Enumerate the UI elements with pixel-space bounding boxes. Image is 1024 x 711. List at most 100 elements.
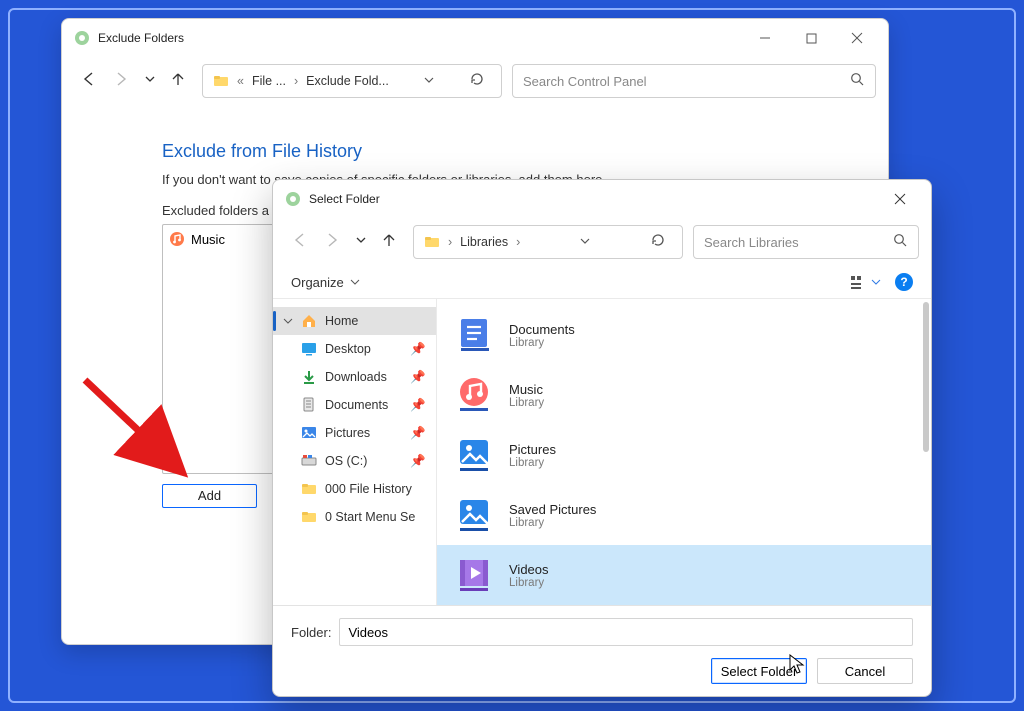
library-item-name: Music bbox=[509, 382, 544, 397]
library-item-type: Library bbox=[509, 577, 549, 589]
sidebar-item-pictures[interactable]: Pictures 📌 bbox=[273, 419, 436, 447]
library-item-videos[interactable]: VideosLibrary bbox=[437, 545, 931, 605]
maximize-button[interactable] bbox=[788, 23, 834, 53]
sidebar-item-label: Pictures bbox=[325, 426, 370, 440]
folder-label: Folder: bbox=[291, 625, 331, 640]
breadcrumb[interactable]: « File ... › Exclude Fold... bbox=[202, 64, 502, 98]
music-library-icon bbox=[455, 375, 495, 415]
chevron-right-icon: › bbox=[448, 235, 452, 249]
select-folder-button[interactable]: Select Folder bbox=[711, 658, 807, 684]
dialog-title: Select Folder bbox=[309, 192, 380, 206]
page-heading: Exclude from File History bbox=[162, 141, 864, 162]
sidebar-item-desktop[interactable]: Desktop 📌 bbox=[273, 335, 436, 363]
breadcrumb-dropdown-button[interactable] bbox=[579, 235, 591, 250]
pin-icon: 📌 bbox=[410, 454, 426, 469]
sidebar-item-label: Home bbox=[325, 314, 358, 328]
sidebar-item-os-c[interactable]: OS (C:) 📌 bbox=[273, 447, 436, 475]
nav-recent-button[interactable] bbox=[355, 233, 367, 251]
nav-back-button[interactable] bbox=[80, 70, 98, 93]
sidebar-item-label: Documents bbox=[325, 398, 388, 412]
library-item-type: Library bbox=[509, 397, 544, 409]
library-item-name: Videos bbox=[509, 562, 549, 577]
sidebar-item-label: 000 File History bbox=[325, 482, 412, 496]
breadcrumb-segment[interactable]: Libraries bbox=[460, 235, 508, 249]
dialog-nav-bar: › Libraries › Search Libraries bbox=[273, 218, 931, 266]
control-panel-icon bbox=[74, 30, 90, 46]
search-placeholder: Search Control Panel bbox=[523, 74, 647, 89]
pictures-icon bbox=[301, 425, 317, 441]
nav-forward-button[interactable] bbox=[323, 231, 341, 254]
chevron-down-icon bbox=[283, 316, 293, 326]
sidebar-item-documents[interactable]: Documents 📌 bbox=[273, 391, 436, 419]
pin-icon: 📌 bbox=[410, 426, 426, 441]
nav-back-button[interactable] bbox=[291, 231, 309, 254]
search-box[interactable]: Search Control Panel bbox=[512, 64, 876, 98]
refresh-button[interactable] bbox=[469, 71, 489, 91]
chevron-left-icon: « bbox=[237, 74, 244, 88]
folder-icon bbox=[301, 509, 317, 525]
pin-icon: 📌 bbox=[410, 370, 426, 385]
folder-list: DocumentsLibrary MusicLibrary PicturesLi… bbox=[437, 299, 931, 605]
sidebar-item-label: OS (C:) bbox=[325, 454, 367, 468]
search-placeholder: Search Libraries bbox=[704, 235, 799, 250]
refresh-button[interactable] bbox=[650, 232, 670, 252]
library-item-type: Library bbox=[509, 337, 575, 349]
desktop-icon bbox=[301, 341, 317, 357]
add-button[interactable]: Add bbox=[162, 484, 257, 508]
sidebar-item-label: Downloads bbox=[325, 370, 387, 384]
library-item-type: Library bbox=[509, 517, 596, 529]
search-box[interactable]: Search Libraries bbox=[693, 225, 919, 259]
window-title: Exclude Folders bbox=[98, 31, 184, 45]
folder-icon bbox=[301, 481, 317, 497]
dialog-close-button[interactable] bbox=[877, 184, 923, 214]
nav-up-button[interactable] bbox=[170, 71, 186, 92]
list-item-label: Music bbox=[191, 232, 225, 247]
folder-icon bbox=[424, 234, 440, 250]
chevron-right-icon: › bbox=[516, 235, 520, 249]
control-panel-icon bbox=[285, 191, 301, 207]
organize-menu[interactable]: Organize bbox=[291, 275, 360, 290]
nav-recent-button[interactable] bbox=[144, 72, 156, 90]
sidebar: Home Desktop 📌 Downloads 📌 Documents 📌 P… bbox=[273, 299, 437, 605]
close-button[interactable] bbox=[834, 23, 880, 53]
sidebar-item-downloads[interactable]: Downloads 📌 bbox=[273, 363, 436, 391]
search-icon bbox=[850, 72, 865, 90]
downloads-icon bbox=[301, 369, 317, 385]
library-item-name: Pictures bbox=[509, 442, 556, 457]
cancel-button[interactable]: Cancel bbox=[817, 658, 913, 684]
library-item-music[interactable]: MusicLibrary bbox=[437, 365, 931, 425]
documents-library-icon bbox=[455, 315, 495, 355]
breadcrumb[interactable]: › Libraries › bbox=[413, 225, 683, 259]
scrollbar[interactable] bbox=[923, 302, 929, 452]
library-item-documents[interactable]: DocumentsLibrary bbox=[437, 305, 931, 365]
breadcrumb-segment[interactable]: Exclude Fold... bbox=[306, 74, 389, 88]
organize-label: Organize bbox=[291, 275, 344, 290]
minimize-button[interactable] bbox=[742, 23, 788, 53]
sidebar-item-label: Desktop bbox=[325, 342, 371, 356]
sidebar-item-home[interactable]: Home bbox=[273, 307, 436, 335]
breadcrumb-dropdown-button[interactable] bbox=[423, 74, 435, 89]
sidebar-item-folder[interactable]: 0 Start Menu Se bbox=[273, 503, 436, 531]
pin-icon: 📌 bbox=[410, 342, 426, 357]
pictures-library-icon bbox=[455, 495, 495, 535]
select-folder-dialog: Select Folder › Libraries › Search Libra… bbox=[272, 179, 932, 697]
nav-up-button[interactable] bbox=[381, 232, 397, 253]
titlebar: Exclude Folders bbox=[62, 19, 888, 57]
videos-library-icon bbox=[455, 555, 495, 595]
pin-icon: 📌 bbox=[410, 398, 426, 413]
folder-input[interactable] bbox=[339, 618, 913, 646]
help-button[interactable]: ? bbox=[895, 273, 913, 291]
dropdown-icon bbox=[871, 277, 881, 287]
library-item-saved-pictures[interactable]: Saved PicturesLibrary bbox=[437, 485, 931, 545]
library-item-name: Saved Pictures bbox=[509, 502, 596, 517]
breadcrumb-segment[interactable]: File ... bbox=[252, 74, 286, 88]
library-item-name: Documents bbox=[509, 322, 575, 337]
sidebar-item-folder[interactable]: 000 File History bbox=[273, 475, 436, 503]
nav-forward-button[interactable] bbox=[112, 70, 130, 93]
nav-bar: « File ... › Exclude Fold... Search Cont… bbox=[62, 57, 888, 105]
library-item-pictures[interactable]: PicturesLibrary bbox=[437, 425, 931, 485]
dropdown-icon bbox=[350, 277, 360, 287]
folder-icon bbox=[213, 73, 229, 89]
view-options-button[interactable] bbox=[851, 275, 881, 289]
home-icon bbox=[301, 313, 317, 329]
